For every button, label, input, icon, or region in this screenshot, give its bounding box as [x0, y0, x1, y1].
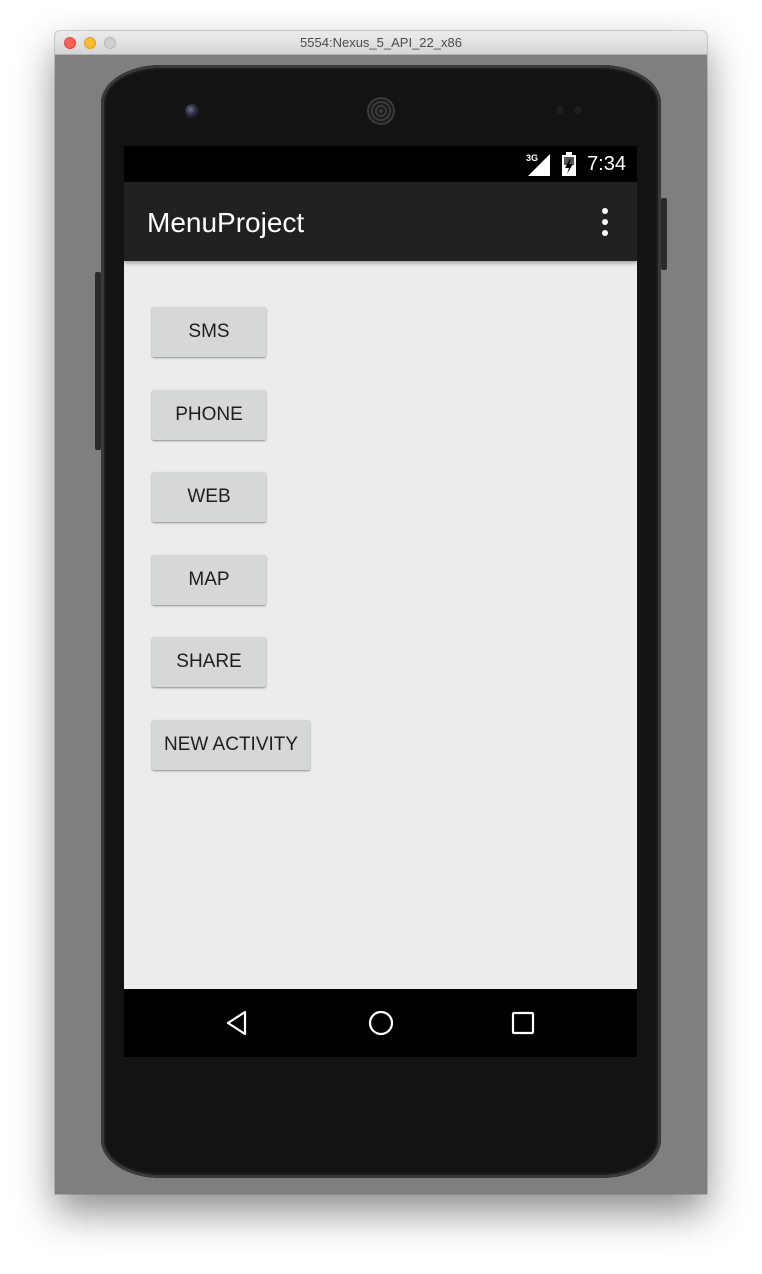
sms-button[interactable]: SMS [152, 307, 266, 357]
status-bar: 3G 7:34 [124, 146, 637, 182]
battery-charging-icon [562, 152, 576, 176]
window-titlebar[interactable]: 5554:Nexus_5_API_22_x86 [55, 31, 707, 55]
proximity-sensor-icon [556, 106, 564, 114]
phone-button[interactable]: PHONE [152, 390, 266, 440]
earpiece-speaker-icon [367, 97, 395, 125]
map-button[interactable]: MAP [152, 555, 266, 605]
share-button[interactable]: SHARE [152, 637, 266, 687]
new-activity-button[interactable]: NEW ACTIVITY [152, 720, 311, 770]
recents-square-icon[interactable] [506, 1006, 540, 1040]
web-button[interactable]: WEB [152, 472, 266, 522]
power-button[interactable] [661, 198, 667, 270]
light-sensor-icon [574, 106, 582, 114]
device-screen: 3G 7:34 MenuProject SMS PHONE WEB MAP SH… [124, 146, 637, 1057]
back-triangle-icon[interactable] [221, 1006, 255, 1040]
signal-strength-icon [528, 154, 550, 176]
main-content: SMS PHONE WEB MAP SHARE NEW ACTIVITY [124, 261, 637, 989]
window-title: 5554:Nexus_5_API_22_x86 [300, 35, 462, 50]
app-title: MenuProject [147, 207, 305, 238]
more-vert-icon[interactable] [595, 208, 615, 236]
navigation-bar [124, 989, 637, 1057]
home-circle-icon[interactable] [364, 1006, 398, 1040]
action-bar: MenuProject [124, 182, 637, 261]
status-time: 7:34 [587, 153, 626, 175]
front-camera-icon [185, 104, 199, 118]
